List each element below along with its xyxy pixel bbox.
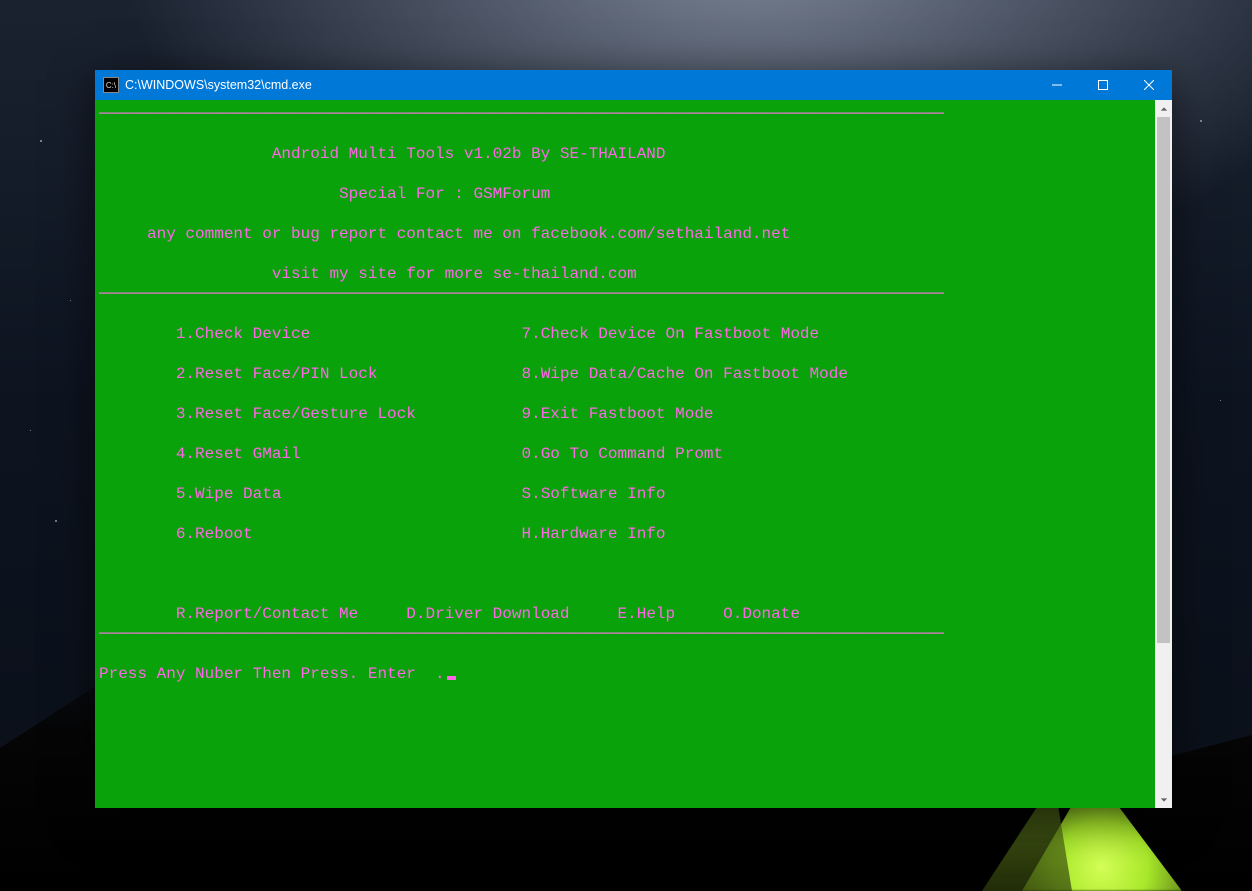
menu-item-d: D.Driver Download (406, 605, 569, 623)
star (1200, 120, 1202, 122)
star (30, 430, 31, 431)
banner-contact: any comment or bug report contact me on … (147, 225, 790, 243)
rule-top: ────────────────────────────────────────… (99, 105, 944, 123)
chevron-up-icon (1160, 105, 1168, 113)
close-icon (1144, 80, 1154, 90)
menu-item-8: 8.Wipe Data/Cache On Fastboot Mode (521, 365, 847, 383)
menu-item-1: 1.Check Device (176, 325, 310, 343)
cursor (447, 676, 456, 680)
menu-item-9: 9.Exit Fastboot Mode (521, 405, 713, 423)
window-title: C:\WINDOWS\system32\cmd.exe (125, 78, 312, 92)
cmd-window: C:\ C:\WINDOWS\system32\cmd.exe ────────… (95, 70, 1172, 808)
menu-item-7: 7.Check Device On Fastboot Mode (521, 325, 819, 343)
client-area: ────────────────────────────────────────… (95, 100, 1172, 808)
scroll-thumb[interactable] (1157, 117, 1170, 643)
star (40, 140, 42, 142)
menu-item-5: 5.Wipe Data (176, 485, 282, 503)
star (1220, 400, 1221, 401)
cmd-icon-text: C:\ (106, 81, 116, 90)
cmd-icon: C:\ (103, 77, 119, 93)
star (55, 520, 57, 522)
chevron-down-icon (1160, 796, 1168, 804)
rule-bottom: ────────────────────────────────────────… (99, 625, 944, 643)
titlebar[interactable]: C:\ C:\WINDOWS\system32\cmd.exe (95, 70, 1172, 100)
banner-special-for: Special For : GSMForum (339, 185, 550, 203)
menu-item-4: 4.Reset GMail (176, 445, 301, 463)
menu-item-2: 2.Reset Face/PIN Lock (176, 365, 378, 383)
menu-item-6: 6.Reboot (176, 525, 253, 543)
menu-item-0: 0.Go To Command Promt (521, 445, 723, 463)
vertical-scrollbar[interactable] (1155, 100, 1172, 808)
prompt-text: Press Any Nuber Then Press. Enter . (99, 665, 445, 683)
banner-visit: visit my site for more se-thailand.com (272, 265, 637, 283)
minimize-icon (1052, 80, 1062, 90)
scroll-down-button[interactable] (1155, 791, 1172, 808)
menu-item-3: 3.Reset Face/Gesture Lock (176, 405, 416, 423)
banner-title: Android Multi Tools v1.02b By SE-THAILAN… (272, 145, 666, 163)
maximize-icon (1098, 80, 1108, 90)
menu-item-h: H.Hardware Info (521, 525, 665, 543)
star (70, 300, 71, 301)
menu-item-o: O.Donate (723, 605, 800, 623)
terminal-output[interactable]: ────────────────────────────────────────… (95, 100, 1155, 808)
scroll-track[interactable] (1155, 117, 1172, 791)
rule-mid: ────────────────────────────────────────… (99, 285, 944, 303)
menu-item-e: E.Help (618, 605, 676, 623)
menu-item-s: S.Software Info (521, 485, 665, 503)
scroll-up-button[interactable] (1155, 100, 1172, 117)
menu-item-r: R.Report/Contact Me (176, 605, 358, 623)
maximize-button[interactable] (1080, 70, 1126, 100)
close-button[interactable] (1126, 70, 1172, 100)
minimize-button[interactable] (1034, 70, 1080, 100)
